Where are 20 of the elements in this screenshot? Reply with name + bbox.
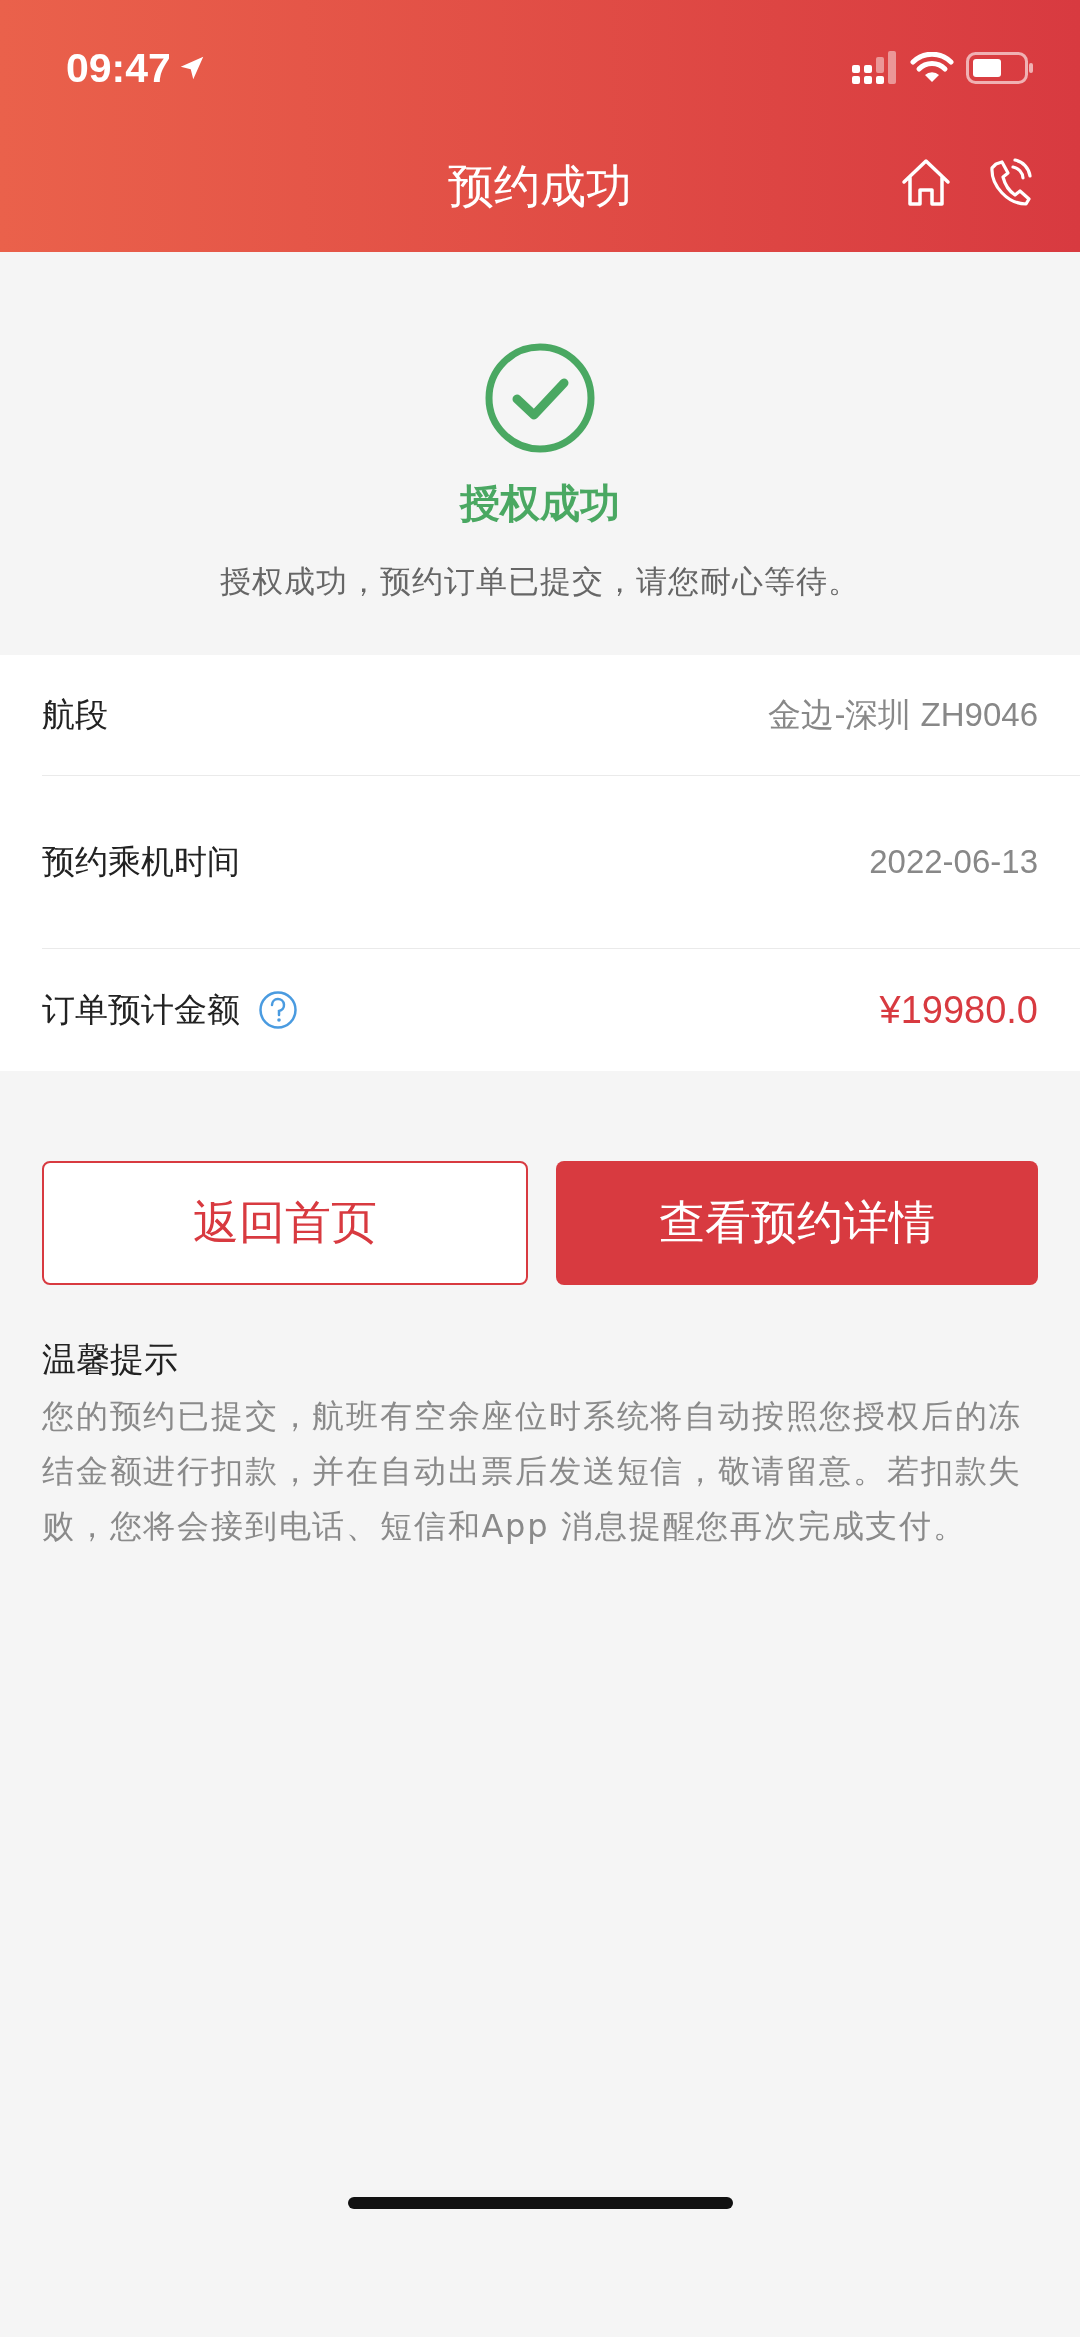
detail-value: ¥19980.0 — [879, 988, 1038, 1032]
detail-label: 预约乘机时间 — [42, 840, 240, 883]
help-icon[interactable] — [258, 990, 298, 1030]
result-title: 授权成功 — [460, 479, 620, 528]
success-check-icon — [484, 342, 596, 454]
wifi-icon — [910, 52, 954, 84]
result-message: 授权成功，预约订单已提交，请您耐心等待。 — [220, 562, 860, 601]
tips-title: 温馨提示 — [42, 1338, 179, 1381]
page-title: 预约成功 — [448, 158, 632, 215]
tips-text: 您的预约已提交，航班有空余座位时系统将自动按照您授权后的冻结金额进行扣款，并在自动出票后发送短信，敬请留意。若扣款失败，您将会接到电话、短信和App 消息提醒您再次完成支付。 — [42, 1396, 1024, 1547]
detail-label: 订单预计金额 — [42, 988, 240, 1031]
detail-label: 航段 — [42, 693, 108, 736]
back-home-button[interactable]: 返回首页 — [42, 1161, 528, 1285]
signal-icon — [852, 51, 898, 85]
battery-icon — [966, 52, 1034, 84]
status-time: 09:47 — [66, 44, 171, 92]
view-details-button[interactable]: 查看预约详情 — [556, 1161, 1038, 1285]
home-icon[interactable] — [900, 158, 952, 208]
detail-value: 金边-深圳 ZH9046 — [768, 694, 1038, 735]
detail-value: 2022-06-13 — [869, 843, 1038, 881]
